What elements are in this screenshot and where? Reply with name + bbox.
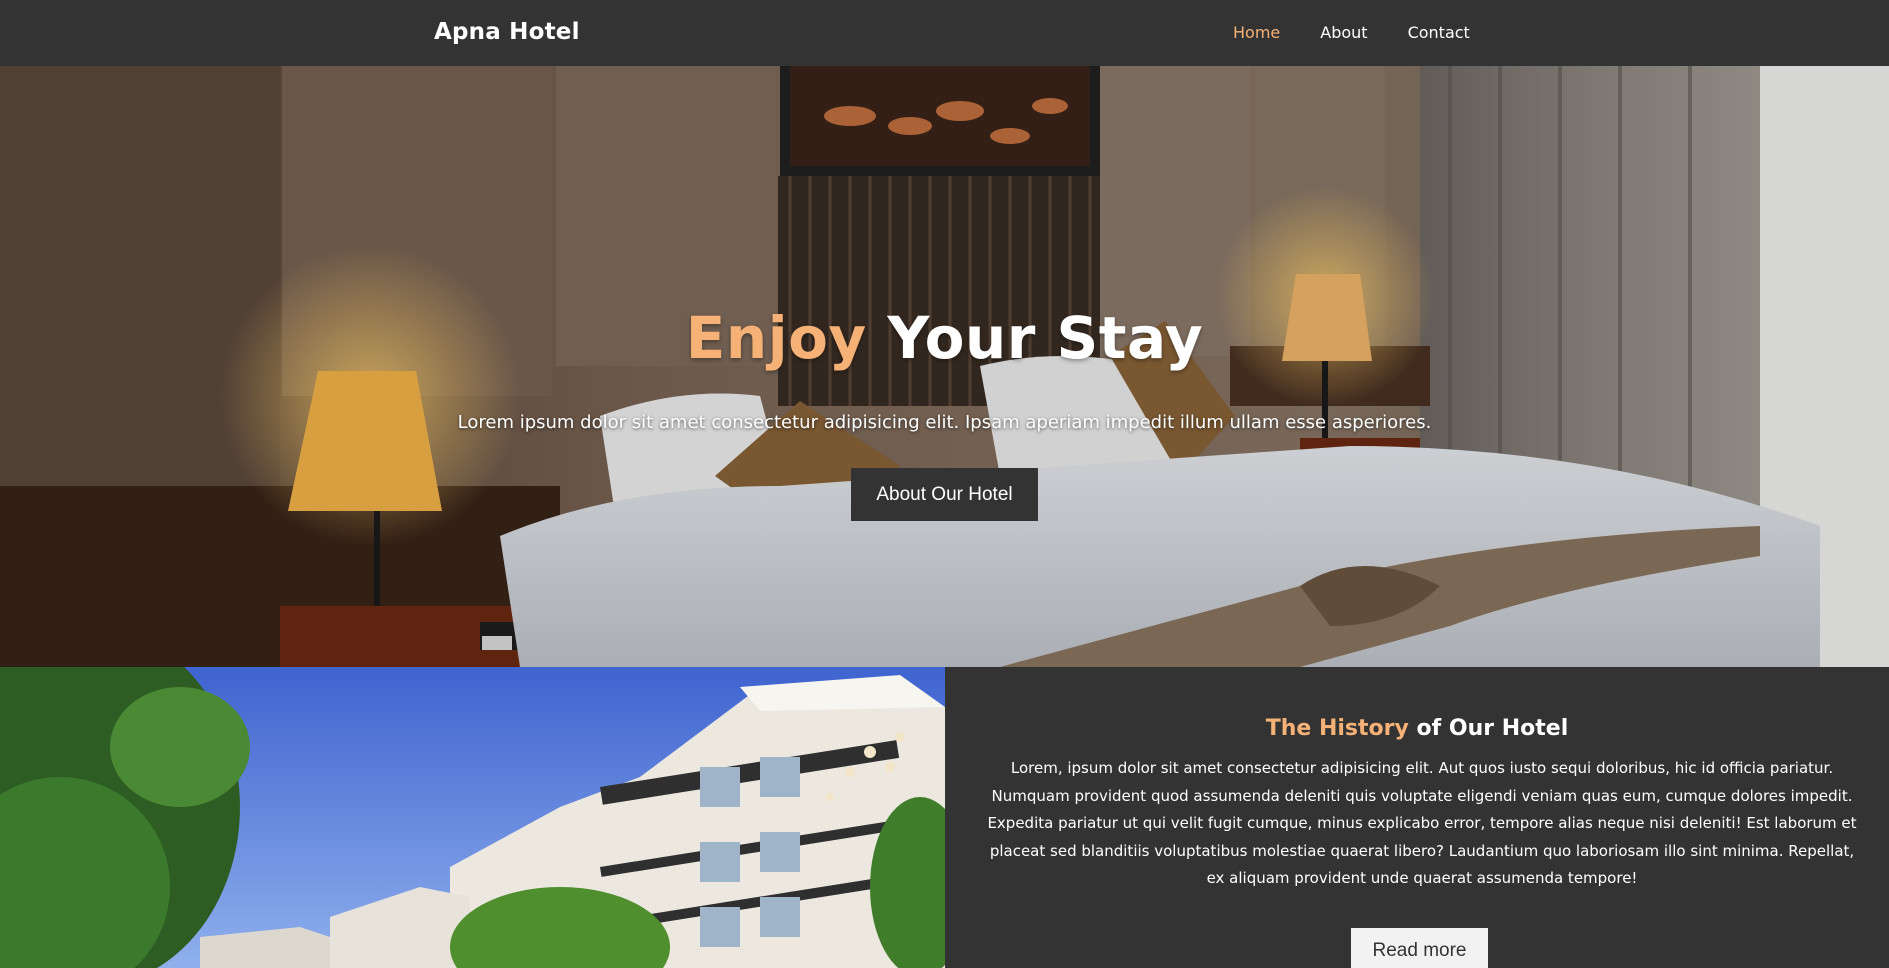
history-title-accent: The History	[1265, 716, 1409, 741]
hero-title-accent: Enjoy	[685, 304, 867, 372]
nav-link-contact[interactable]: Contact	[1408, 23, 1470, 42]
nav-link-about[interactable]: About	[1320, 23, 1367, 42]
hero-title-rest: Your Stay	[866, 304, 1204, 372]
nav-link-home[interactable]: Home	[1233, 23, 1280, 42]
hero-title: Enjoy Your Stay	[0, 304, 1889, 372]
read-more-button[interactable]: Read more	[1351, 928, 1488, 968]
history-title: The History of Our Hotel	[945, 716, 1889, 741]
history-body: Lorem, ipsum dolor sit amet consectetur …	[987, 759, 1857, 887]
about-our-hotel-button[interactable]: About Our Hotel	[851, 468, 1038, 521]
history-title-rest: of Our Hotel	[1408, 716, 1569, 741]
history-text-panel: The History of Our Hotel Lorem, ipsum do…	[945, 667, 1889, 968]
navbar: Apna Hotel Home About Contact	[0, 0, 1889, 66]
brand-logo[interactable]: Apna Hotel	[434, 19, 580, 45]
history-section: The History of Our Hotel Lorem, ipsum do…	[0, 667, 1889, 968]
hero-section: Enjoy Your Stay Lorem ipsum dolor sit am…	[0, 66, 1889, 667]
nav-links: Home About Contact	[1233, 23, 1510, 42]
hotel-building-image	[0, 667, 945, 968]
hero-subtitle: Lorem ipsum dolor sit amet consectetur a…	[457, 412, 1432, 433]
